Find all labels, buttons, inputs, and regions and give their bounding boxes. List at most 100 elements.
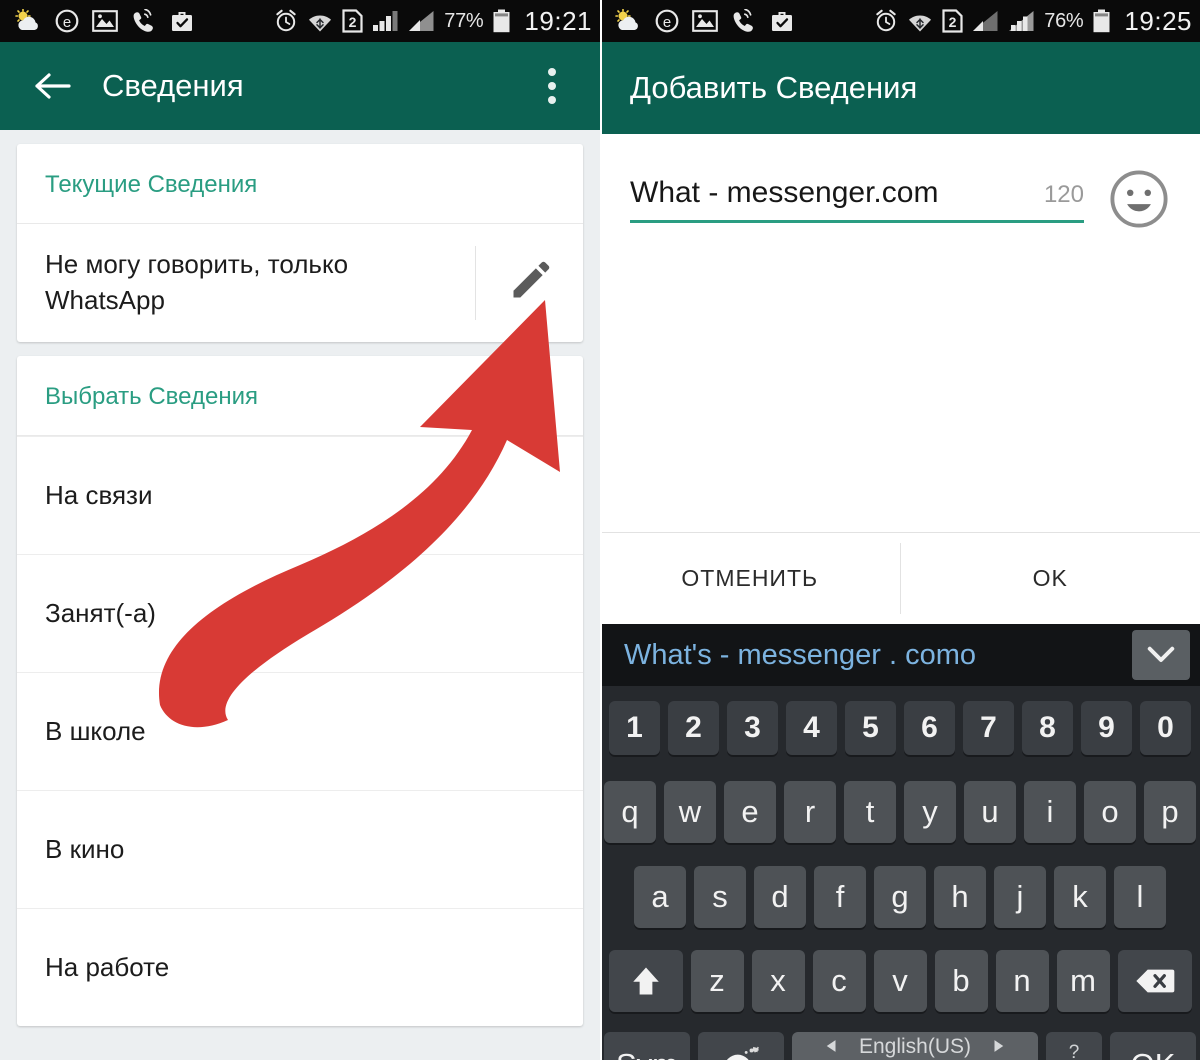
key-y[interactable]: y (904, 781, 956, 844)
edge-browser-icon: e (55, 9, 79, 33)
key-t[interactable]: t (844, 781, 896, 844)
key-3[interactable]: 3 (727, 701, 778, 756)
shift-up-arrow-icon[interactable] (608, 949, 683, 1012)
chevron-down-icon[interactable] (1132, 630, 1190, 680)
key-8[interactable]: 8 (1022, 701, 1073, 756)
key-o[interactable]: o (1084, 781, 1136, 844)
app-bar-left: Сведения (0, 42, 600, 130)
sim2-icon: 2 (342, 9, 363, 33)
clock-label: 19:25 (1124, 5, 1192, 36)
status-bar-right-icons: 2 76% 19:25 (874, 6, 1192, 37)
key-6[interactable]: 6 (904, 701, 955, 756)
key-u[interactable]: u (964, 781, 1016, 844)
key-z[interactable]: z (690, 949, 744, 1012)
alarm-icon (874, 9, 898, 33)
status-bar-left-icons: e (14, 9, 194, 33)
keyboard-ok-button[interactable]: OK (1110, 1031, 1196, 1060)
status-input-value: What - messenger.com (630, 176, 939, 209)
weather-icon (614, 9, 642, 33)
signal-bars-2-icon (1008, 10, 1035, 32)
key-a[interactable]: a (634, 865, 686, 928)
key-2[interactable]: 2 (668, 701, 719, 756)
key-w[interactable]: w (664, 781, 716, 844)
signal-bars-2-icon (408, 10, 435, 32)
key-m[interactable]: m (1056, 949, 1110, 1012)
status-bar-right: e 2 76% 19:25 (600, 0, 1200, 42)
clock-label: 19:21 (524, 5, 592, 36)
key-s[interactable]: s (694, 865, 746, 928)
key-x[interactable]: x (751, 949, 805, 1012)
overflow-menu-icon[interactable] (528, 58, 576, 114)
status-option-3[interactable]: В кино (17, 790, 583, 908)
status-option-4[interactable]: На работе (17, 908, 583, 1026)
status-option-0[interactable]: На связи (17, 436, 583, 554)
arrow-right-icon[interactable] (991, 1035, 1005, 1059)
sim2-icon: 2 (942, 9, 963, 33)
ok-button[interactable]: OK (901, 533, 1200, 624)
battery-percent-label: 76% (1044, 9, 1084, 32)
edge-browser-icon: e (655, 9, 679, 33)
key-1[interactable]: 1 (609, 701, 660, 756)
keyboard-language-selector[interactable]: English(US) (825, 1035, 1005, 1059)
key-g[interactable]: g (874, 865, 926, 928)
missed-call-icon (131, 9, 157, 33)
signal-bars-1-icon (972, 10, 999, 32)
suggestion-text[interactable]: What's - messenger . como (624, 639, 1132, 672)
keyboard-row-zxcv: z x c v b n m (600, 939, 1200, 1023)
key-c[interactable]: c (812, 949, 866, 1012)
keyboard-row-numbers: 1 2 3 4 5 6 7 8 9 0 (600, 686, 1200, 770)
pencil-edit-icon (508, 259, 552, 308)
key-j[interactable]: j (994, 865, 1046, 928)
backspace-icon[interactable] (1117, 949, 1192, 1012)
edit-status-button[interactable] (475, 246, 583, 320)
battery-icon (1092, 9, 1111, 33)
right-phone-screen: e 2 76% 19:25 Добавить Сведения What - m… (600, 0, 1200, 1060)
status-option-1[interactable]: Занят(-а) (17, 554, 583, 672)
punctuation-key[interactable]: ? . (1046, 1031, 1102, 1060)
char-counter: 120 (1043, 181, 1084, 208)
dialog-action-bar: ОТМЕНИТЬ OK (600, 532, 1200, 624)
key-n[interactable]: n (995, 949, 1049, 1012)
key-5[interactable]: 5 (845, 701, 896, 756)
key-d[interactable]: d (754, 865, 806, 928)
key-9[interactable]: 9 (1081, 701, 1132, 756)
key-r[interactable]: r (784, 781, 836, 844)
space-bar[interactable]: English(US) (792, 1031, 1038, 1060)
status-option-2[interactable]: В школе (17, 672, 583, 790)
signal-bars-1-icon (372, 10, 399, 32)
battery-icon (492, 9, 511, 33)
emoji-settings-icon[interactable] (698, 1031, 784, 1060)
overflow-dot (548, 82, 556, 90)
dual-screenshot-composite: e 2 77% 19:21 Сведения Текущие Сведения … (0, 0, 1200, 1060)
status-input[interactable]: What - messenger.com 120 (630, 176, 1084, 223)
cancel-button[interactable]: ОТМЕНИТЬ (600, 533, 900, 624)
key-p[interactable]: p (1144, 781, 1196, 844)
select-status-card: Выбрать Сведения На связи Занят(-а) В шк… (17, 356, 583, 1026)
battery-percent-label: 77% (444, 9, 484, 32)
current-status-card: Текущие Сведения Не могу говорить, тольк… (17, 144, 583, 342)
key-v[interactable]: v (873, 949, 927, 1012)
suggestion-bar: What's - messenger . como (600, 624, 1200, 686)
current-status-text: Не могу говорить, только WhatsApp (45, 249, 349, 315)
gallery-icon (92, 10, 118, 32)
emoji-smiley-icon[interactable] (1108, 168, 1170, 230)
key-q[interactable]: q (604, 781, 656, 844)
current-status-header: Текущие Сведения (17, 144, 583, 224)
key-e[interactable]: e (724, 781, 776, 844)
key-0[interactable]: 0 (1140, 701, 1191, 756)
key-b[interactable]: b (934, 949, 988, 1012)
key-4[interactable]: 4 (786, 701, 837, 756)
key-k[interactable]: k (1054, 865, 1106, 928)
back-arrow-icon[interactable] (24, 58, 80, 114)
key-7[interactable]: 7 (963, 701, 1014, 756)
symbols-key[interactable]: Sym (604, 1031, 690, 1060)
punct-secondary-label: ? (1068, 1041, 1080, 1060)
key-h[interactable]: h (934, 865, 986, 928)
key-l[interactable]: l (1114, 865, 1166, 928)
page-title: Сведения (102, 68, 244, 103)
key-i[interactable]: i (1024, 781, 1076, 844)
overflow-dot (548, 68, 556, 76)
current-status-row[interactable]: Не могу говорить, только WhatsApp (17, 224, 583, 342)
key-f[interactable]: f (814, 865, 866, 928)
arrow-left-icon[interactable] (825, 1035, 839, 1059)
